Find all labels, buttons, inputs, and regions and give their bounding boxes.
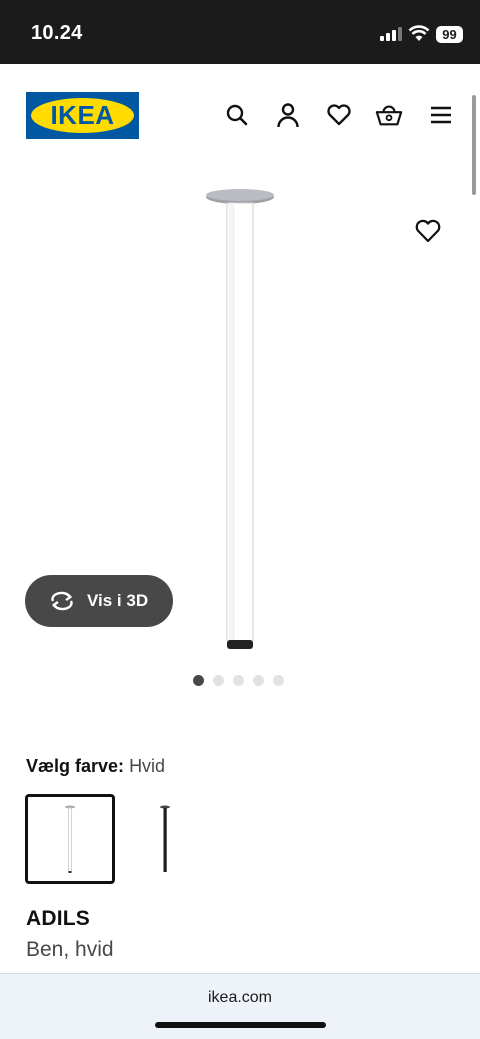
rotate-3d-icon [51,591,73,611]
home-indicator[interactable] [155,1022,326,1028]
color-selector-label: Vælg farve: Hvid [26,756,165,777]
browser-url-bar[interactable]: ikea.com [0,973,480,1039]
carousel-dot[interactable] [253,675,264,686]
image-carousel-dots [193,675,284,687]
search-icon[interactable] [223,100,251,130]
wifi-icon [408,25,430,41]
user-icon[interactable] [274,100,302,130]
cart-basket-icon[interactable] [375,100,403,130]
product-name: ADILS [26,907,90,930]
heart-icon[interactable] [325,100,353,130]
view-3d-label: Vis i 3D [87,591,149,610]
status-bar: 10.24 99 [0,0,480,64]
logo-text: IKEA [50,100,115,130]
selected-color-value: Hvid [129,756,166,776]
menu-icon[interactable] [427,100,455,130]
battery-indicator: 99 [436,26,463,43]
status-time: 10.24 [31,22,83,44]
ikea-logo[interactable]: IKEA [26,92,139,139]
url-text[interactable]: ikea.com [0,989,480,1007]
carousel-dot[interactable] [213,675,224,686]
scrollbar[interactable] [472,95,476,195]
cellular-signal-icon [380,27,402,41]
carousel-dot[interactable] [193,675,204,686]
black-leg-thumbnail [160,805,170,872]
product-image[interactable] [205,188,275,652]
carousel-dot[interactable] [273,675,284,686]
color-swatch-white[interactable] [25,794,115,884]
view-3d-button[interactable]: Vis i 3D [25,575,173,627]
favorite-heart-icon[interactable] [414,218,442,246]
white-leg-thumbnail [65,805,75,873]
color-swatch-black[interactable] [120,794,210,884]
color-selector-title: Vælg farve: [26,756,125,776]
carousel-dot[interactable] [233,675,244,686]
product-description: Ben, hvid [26,938,114,961]
